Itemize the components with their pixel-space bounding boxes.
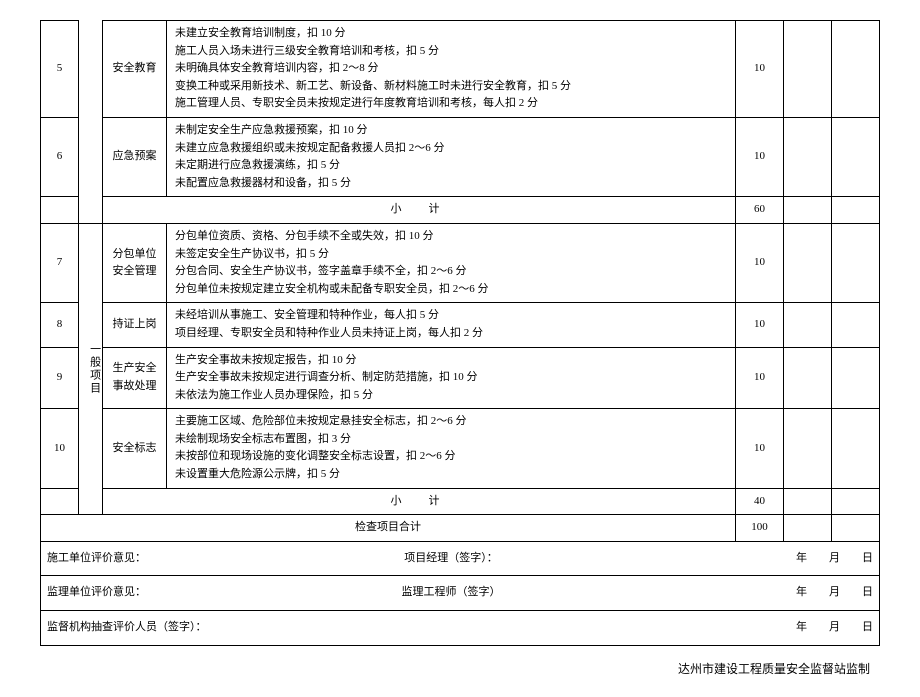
row-desc: 未经培训从事施工、安全管理和特种作业，每人扣 5 分 项目经理、专职安全员和特种… [167, 303, 736, 347]
row-score: 10 [736, 223, 784, 302]
row-desc: 分包单位资质、资格、分包手续不全或失效，扣 10 分 未签定安全生产协议书，扣 … [167, 223, 736, 302]
subtotal-row: 小 计 60 [41, 197, 880, 224]
row-num: 9 [41, 347, 79, 409]
total-row: 检查项目合计 100 [41, 515, 880, 542]
row-item: 生产安全事故处理 [103, 347, 167, 409]
sig-left: 监督机构抽查评价人员（签字）： [41, 611, 736, 646]
row-item: 安全教育 [103, 21, 167, 118]
sig-left: 监理单位评价意见： [41, 576, 167, 611]
table-row: 6 应急预案 未制定安全生产应急救援预案，扣 10 分 未建立应急救援组织或未按… [41, 117, 880, 196]
subtotal-blank [41, 197, 79, 224]
total-label: 检查项目合计 [41, 515, 736, 542]
total-score: 100 [736, 515, 784, 542]
row-num: 7 [41, 223, 79, 302]
row-blank-2 [832, 347, 880, 409]
table-row: 7 一般项目 分包单位安全管理 分包单位资质、资格、分包手续不全或失效，扣 10… [41, 223, 880, 302]
row-blank-2 [832, 21, 880, 118]
total-blank-1 [784, 515, 832, 542]
row-blank-1 [784, 21, 832, 118]
subtotal-blank [41, 488, 79, 515]
footer-text: 达州市建设工程质量安全监督站监制 [40, 660, 880, 677]
sig-mid: 项目经理（签字）： [167, 541, 736, 576]
row-num: 5 [41, 21, 79, 118]
row-blank-1 [784, 223, 832, 302]
sig-date: 年 月 日 [736, 576, 880, 611]
row-score: 10 [736, 409, 784, 488]
subtotal-label: 小 计 [103, 197, 736, 224]
row-blank-2 [832, 223, 880, 302]
subtotal-blank-2 [832, 197, 880, 224]
table-row: 9 生产安全事故处理 生产安全事故未按规定报告，扣 10 分 生产安全事故未按规… [41, 347, 880, 409]
table-row: 8 持证上岗 未经培训从事施工、安全管理和特种作业，每人扣 5 分 项目经理、专… [41, 303, 880, 347]
row-blank-2 [832, 409, 880, 488]
signature-row-construction: 施工单位评价意见： 项目经理（签字）： 年 月 日 [41, 541, 880, 576]
row-item: 分包单位安全管理 [103, 223, 167, 302]
row-num: 6 [41, 117, 79, 196]
row-blank-1 [784, 117, 832, 196]
subtotal-blank-1 [784, 488, 832, 515]
subtotal-score: 40 [736, 488, 784, 515]
table-row: 10 安全标志 主要施工区域、危险部位未按规定悬挂安全标志，扣 2～6 分 未绘… [41, 409, 880, 488]
signature-row-inspection: 监督机构抽查评价人员（签字）： 年 月 日 [41, 611, 880, 646]
row-blank-1 [784, 409, 832, 488]
sig-date: 年 月 日 [736, 611, 880, 646]
sig-mid: 监理工程师（签字） [167, 576, 736, 611]
row-num: 10 [41, 409, 79, 488]
subtotal-blank-2 [832, 488, 880, 515]
row-score: 10 [736, 303, 784, 347]
row-score: 10 [736, 21, 784, 118]
category-cell-upper [79, 21, 103, 224]
subtotal-score: 60 [736, 197, 784, 224]
table-row: 5 安全教育 未建立安全教育培训制度，扣 10 分 施工人员入场未进行三级安全教… [41, 21, 880, 118]
row-item: 应急预案 [103, 117, 167, 196]
inspection-table: 5 安全教育 未建立安全教育培训制度，扣 10 分 施工人员入场未进行三级安全教… [40, 20, 880, 646]
row-desc: 未制定安全生产应急救援预案，扣 10 分 未建立应急救援组织或未按规定配备救援人… [167, 117, 736, 196]
sig-left: 施工单位评价意见： [41, 541, 167, 576]
subtotal-blank-1 [784, 197, 832, 224]
row-score: 10 [736, 347, 784, 409]
category-label: 一般项目 [85, 343, 103, 395]
row-desc: 未建立安全教育培训制度，扣 10 分 施工人员入场未进行三级安全教育培训和考核，… [167, 21, 736, 118]
category-cell: 一般项目 [79, 223, 103, 514]
total-blank-2 [832, 515, 880, 542]
row-blank-2 [832, 117, 880, 196]
row-num: 8 [41, 303, 79, 347]
row-item: 持证上岗 [103, 303, 167, 347]
subtotal-label: 小 计 [103, 488, 736, 515]
row-blank-1 [784, 347, 832, 409]
row-desc: 生产安全事故未按规定报告，扣 10 分 生产安全事故未按规定进行调查分析、制定防… [167, 347, 736, 409]
row-blank-2 [832, 303, 880, 347]
row-blank-1 [784, 303, 832, 347]
signature-row-supervision: 监理单位评价意见： 监理工程师（签字） 年 月 日 [41, 576, 880, 611]
subtotal-row: 小 计 40 [41, 488, 880, 515]
row-item: 安全标志 [103, 409, 167, 488]
row-desc: 主要施工区域、危险部位未按规定悬挂安全标志，扣 2～6 分 未绘制现场安全标志布… [167, 409, 736, 488]
row-score: 10 [736, 117, 784, 196]
sig-date: 年 月 日 [736, 541, 880, 576]
